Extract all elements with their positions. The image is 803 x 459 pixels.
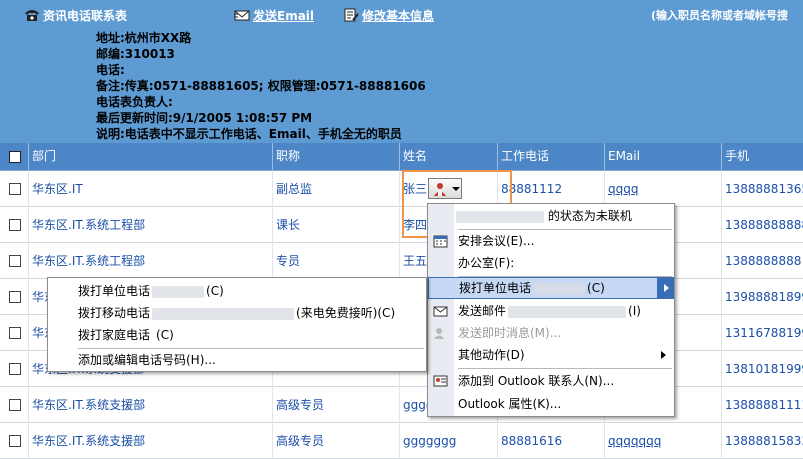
office-item[interactable]: 办公室(F): bbox=[428, 252, 674, 274]
chevron-down-icon bbox=[452, 187, 460, 191]
call-submenu: 拨打单位电话 (C) 拨打移动电话 (来电免费接听)(C) 拨打家庭电话 (C) 添加… bbox=[47, 277, 427, 372]
row-checkbox[interactable] bbox=[9, 291, 21, 303]
redacted-number bbox=[152, 285, 205, 298]
column-department[interactable]: 部门 bbox=[28, 143, 272, 171]
add-to-contacts-item[interactable]: 添加到 Outlook 联系人(N)... bbox=[428, 370, 674, 392]
redacted-name bbox=[456, 210, 544, 223]
title-cell: 高级专员 bbox=[272, 423, 399, 459]
search-hint[interactable]: (输入职员名称或者域帐号搜 bbox=[651, 7, 788, 23]
calendar-icon bbox=[433, 235, 448, 248]
phone-line: 电话: bbox=[96, 63, 125, 77]
title-cell: 专员 bbox=[272, 243, 399, 279]
mail-icon bbox=[433, 306, 448, 317]
page-title: 资讯电话联系表 bbox=[24, 7, 127, 24]
contact-info: 地址:杭州市XX路 邮编:310013 电话: 备注:传真:0571-88881… bbox=[96, 30, 796, 142]
redacted-number bbox=[533, 282, 586, 295]
table-header: 部门 职称 姓名 工作电话 EMail 手机 bbox=[0, 143, 803, 171]
send-mail-item[interactable]: 发送邮件 (I) bbox=[428, 300, 674, 322]
chevron-right-icon bbox=[661, 351, 666, 359]
envelope-icon bbox=[234, 10, 250, 21]
note-line: 备注:传真:0571-88881605; 权限管理:0571-88881606 bbox=[96, 79, 426, 93]
row-checkbox[interactable] bbox=[9, 183, 21, 195]
explain-line: 说明:电话表中不显示工作电话、Email、手机全无的职员 bbox=[96, 127, 402, 141]
contact-card-icon bbox=[433, 375, 448, 387]
title-cell: 课长 bbox=[272, 207, 399, 243]
top-bar: 资讯电话联系表 发送Email 修改基本信息 (输入职员名称或者域帐号搜 bbox=[0, 0, 803, 30]
department-cell: 华东区.IT.系统支援部 bbox=[28, 387, 272, 423]
department-cell: 华东区.IT.系统工程部 bbox=[28, 207, 272, 243]
email-cell[interactable]: qqqq bbox=[604, 171, 721, 207]
table-row: 华东区.IT.系统支援部高级专员ggggggg13888881111 bbox=[0, 387, 803, 423]
column-work-phone[interactable]: 工作电话 bbox=[497, 143, 604, 171]
send-instant-message-item[interactable]: 发送即时消息(M)... bbox=[428, 322, 674, 344]
telephone-icon bbox=[25, 10, 39, 21]
table-row: 华东区.IT.系统工程部 专员 王五 1388888888 bbox=[0, 243, 803, 279]
mobile-cell: 138888813656 bbox=[721, 171, 803, 207]
status-item: 的状态为未联机 bbox=[428, 205, 674, 227]
mobile-cell: 13888881111 bbox=[721, 387, 803, 423]
title-cell: 高级专员 bbox=[272, 387, 399, 423]
mobile-cell: 13888815833 bbox=[721, 423, 803, 459]
work-phone-cell: 88881616 bbox=[497, 423, 604, 459]
call-work-phone-item[interactable]: 拨打单位电话 (C) bbox=[428, 277, 674, 299]
row-checkbox[interactable] bbox=[9, 327, 21, 339]
column-title[interactable]: 职称 bbox=[272, 143, 399, 171]
owner-line: 电话表负责人: bbox=[96, 95, 173, 109]
redacted-email bbox=[508, 305, 627, 318]
header-panel: 资讯电话联系表 发送Email 修改基本信息 (输入职员名称或者域帐号搜 地址:… bbox=[0, 0, 803, 143]
presence-button[interactable] bbox=[428, 178, 462, 199]
chevron-right-icon bbox=[664, 284, 669, 292]
title-cell: 副总监 bbox=[272, 171, 399, 207]
other-actions-item[interactable]: 其他动作(D) bbox=[428, 344, 674, 366]
mobile-cell: 13988881899 bbox=[721, 279, 803, 315]
updated-line: 最后更新时间:9/1/2005 1:08:57 PM bbox=[96, 111, 313, 125]
outlook-context-menu: 的状态为未联机 安排会议(E)... 办公室(F): 拨打单位电话 (C) 发送邮… bbox=[427, 203, 675, 417]
work-phone-cell: 88881112 bbox=[497, 171, 604, 207]
call-work-phone-subitem[interactable]: 拨打单位电话 (C) bbox=[48, 280, 426, 302]
postcode-line: 邮编:310013 bbox=[96, 47, 175, 61]
column-email[interactable]: EMail bbox=[604, 143, 721, 171]
department-cell: 华东区.IT bbox=[28, 171, 272, 207]
column-mobile[interactable]: 手机 bbox=[721, 143, 803, 171]
edit-info-link[interactable]: 修改基本信息 bbox=[343, 7, 434, 24]
mobile-cell: 13810181999 bbox=[721, 351, 803, 387]
row-checkbox[interactable] bbox=[9, 219, 21, 231]
call-home-phone-subitem[interactable]: 拨打家庭电话 (C) bbox=[48, 324, 426, 346]
department-cell: 华东区.IT.系统工程部 bbox=[28, 243, 272, 279]
address-line: 地址:杭州市XX路 bbox=[96, 31, 192, 45]
row-checkbox[interactable] bbox=[9, 435, 21, 447]
mobile-cell: 13888888888 bbox=[721, 207, 803, 243]
mobile-cell: 13116788199 bbox=[721, 315, 803, 351]
edit-phone-numbers-subitem[interactable]: 添加或编辑电话号码(H)... bbox=[48, 349, 426, 371]
department-cell: 华东区.IT.系统支援部 bbox=[28, 423, 272, 459]
name-cell: ggggggg bbox=[399, 423, 497, 459]
email-cell[interactable]: qqqqqqq bbox=[604, 423, 721, 459]
presence-person-icon bbox=[434, 183, 446, 196]
document-edit-icon bbox=[344, 8, 359, 22]
row-checkbox[interactable] bbox=[9, 363, 21, 375]
select-all-checkbox[interactable] bbox=[9, 151, 21, 163]
outlook-properties-item[interactable]: Outlook 属性(K)... bbox=[428, 393, 674, 415]
table-row: 华东区.IT.系统支援部 高级专员 ggggggg 88881616 qqqqqqq 13… bbox=[0, 423, 803, 459]
column-name[interactable]: 姓名 bbox=[399, 143, 497, 171]
call-mobile-phone-subitem[interactable]: 拨打移动电话 (来电免费接听)(C) bbox=[48, 302, 426, 324]
row-checkbox[interactable] bbox=[9, 255, 21, 267]
mobile-cell: 1388888888 bbox=[721, 243, 803, 279]
schedule-meeting-item[interactable]: 安排会议(E)... bbox=[428, 230, 674, 252]
menu-separator bbox=[458, 368, 672, 369]
send-email-link[interactable]: 发送Email bbox=[234, 7, 314, 24]
row-checkbox[interactable] bbox=[9, 399, 21, 411]
redacted-number bbox=[152, 307, 295, 320]
messenger-icon bbox=[434, 328, 444, 339]
